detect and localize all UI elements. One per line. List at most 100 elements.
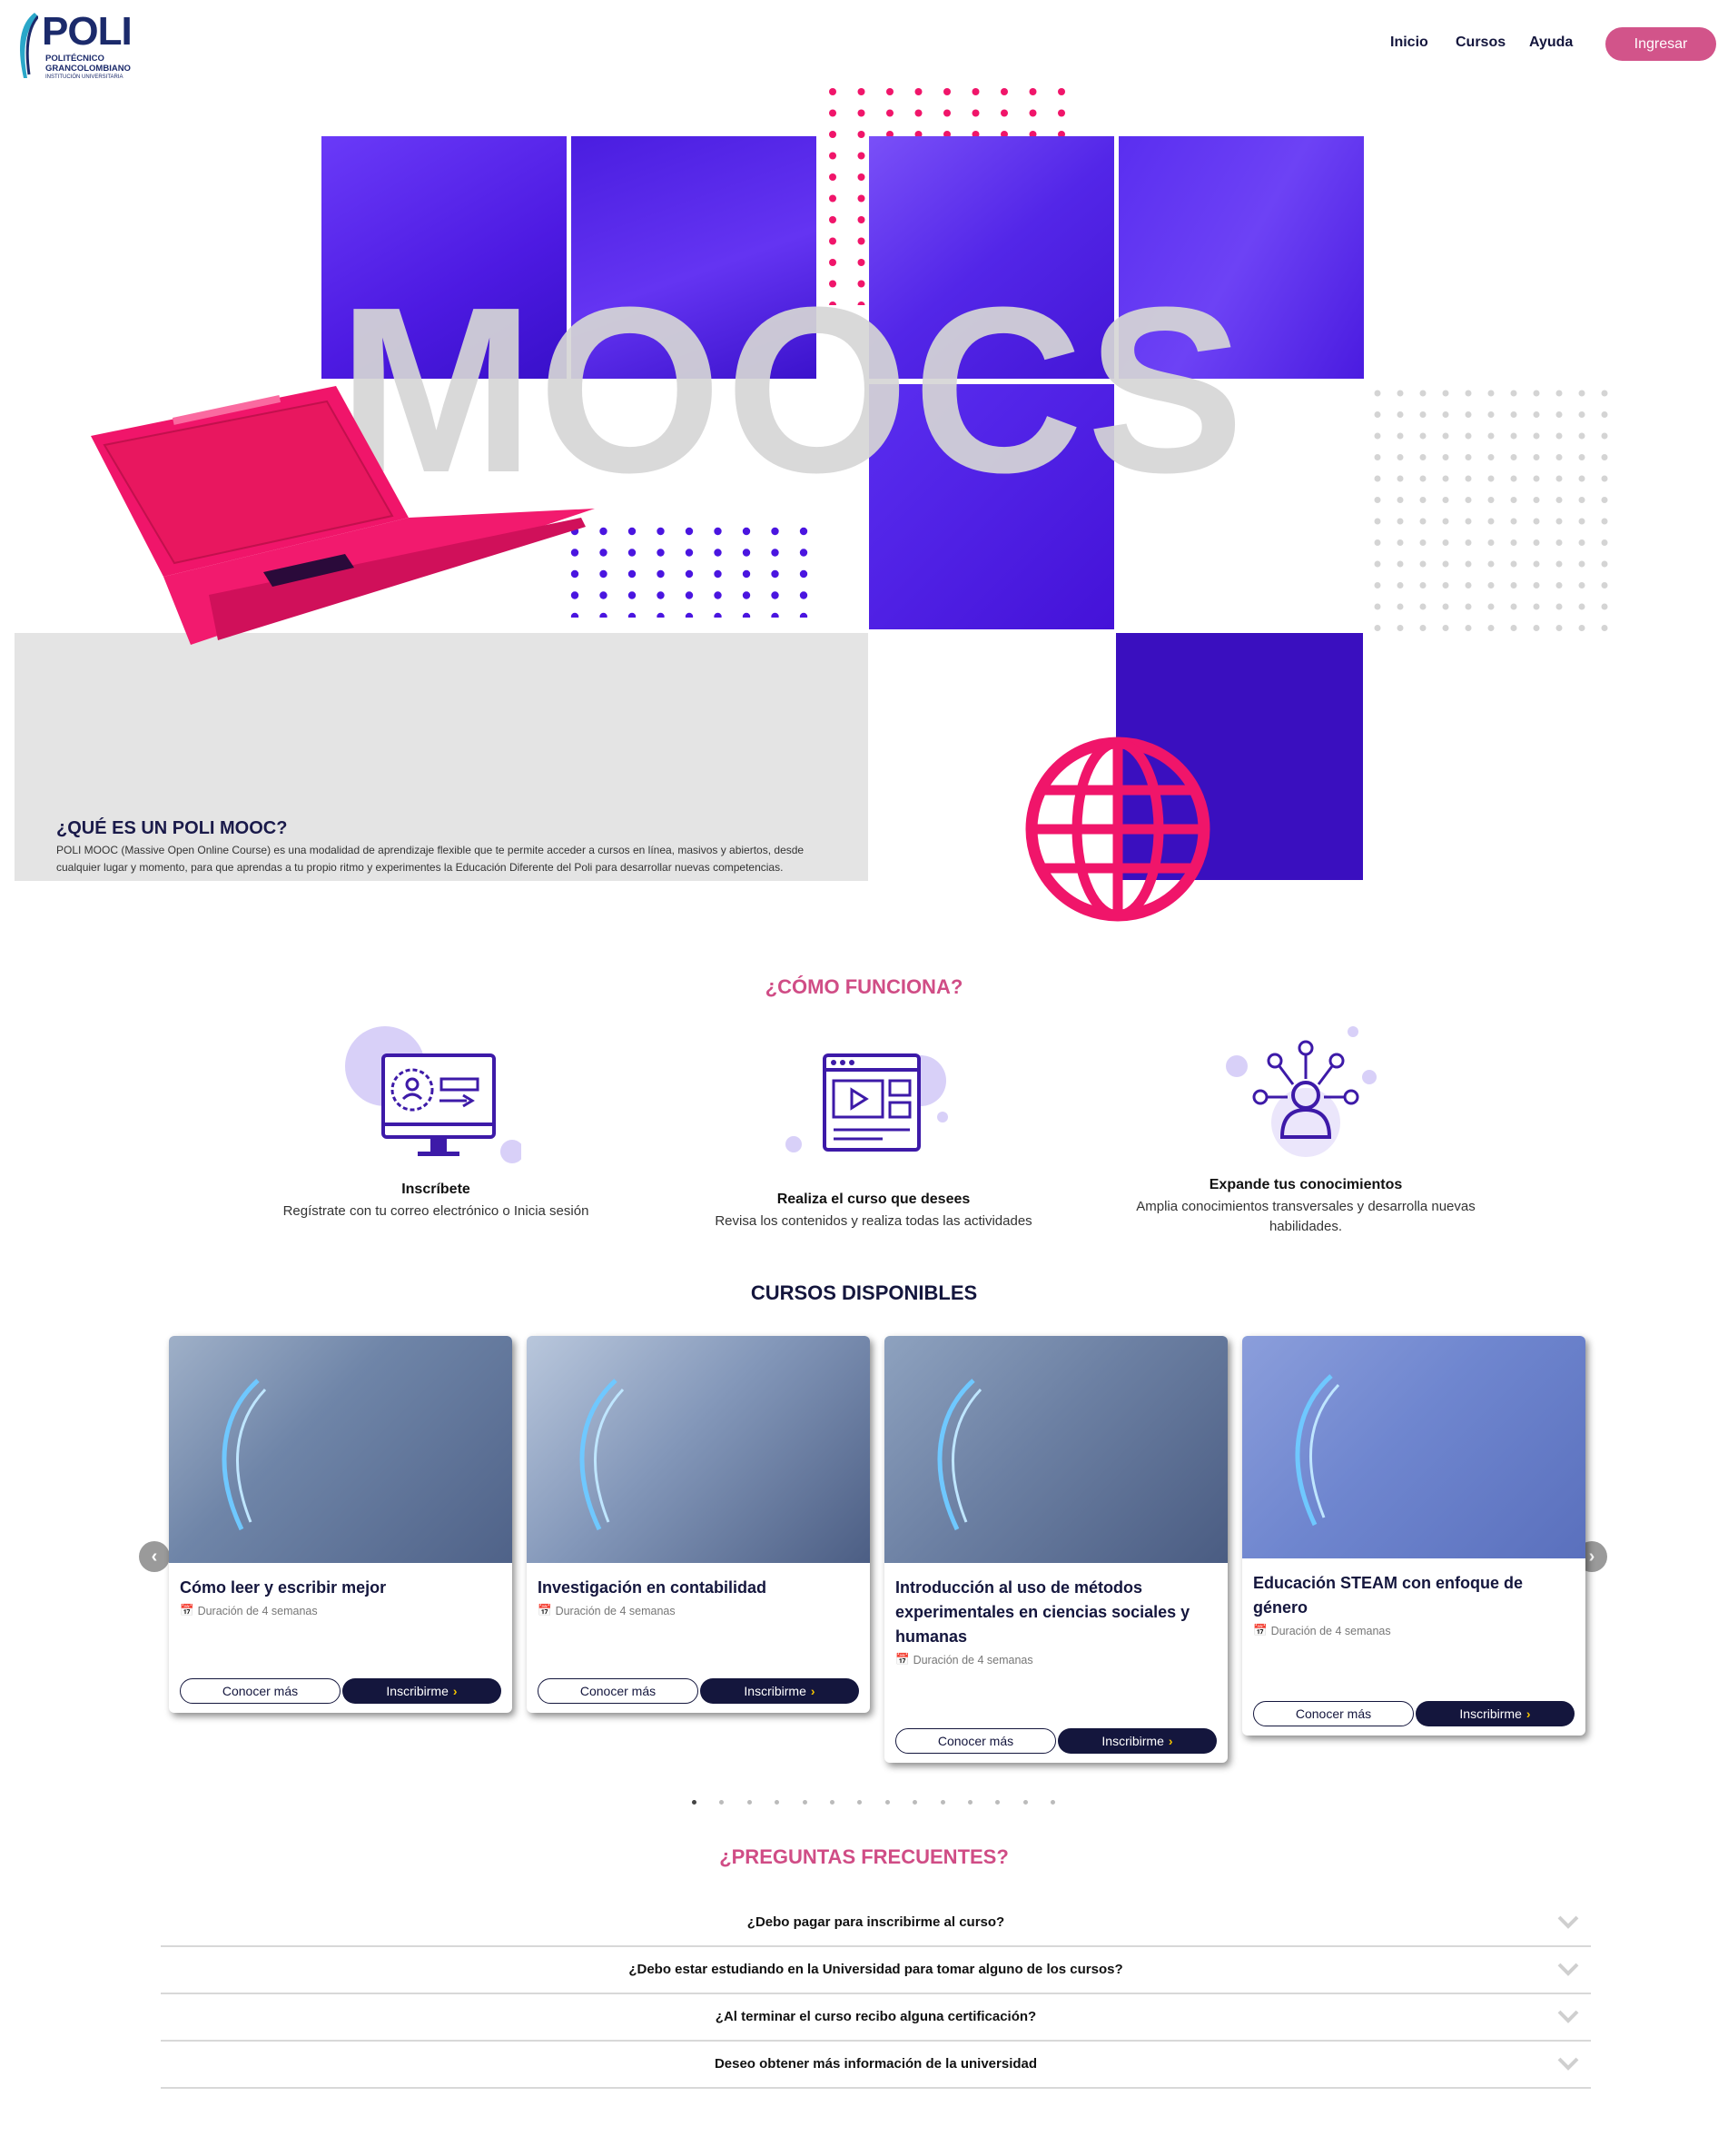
nav-ayuda[interactable]: Ayuda: [1529, 35, 1573, 51]
step-realiza: Realiza el curso que desees Revisa los c…: [692, 1044, 1055, 1244]
course-duration: 📅 Duración de 4 semanas: [538, 1604, 859, 1617]
hero-title: ¿QUÉ ES UN POLI MOOC?: [56, 818, 288, 838]
step-inscribete: Inscríbete Regístrate con tu correo elec…: [272, 1026, 599, 1226]
chevron-right-icon: ›: [1168, 1734, 1173, 1748]
step-3-title: Expande tus conocimientos: [1209, 1177, 1403, 1192]
step-2-desc: Revisa los contenidos y realiza todas la…: [715, 1213, 1032, 1229]
step-3-desc: Amplia conocimientos transversales y des…: [1136, 1199, 1476, 1234]
chevron-down-icon: [1557, 2010, 1579, 2023]
calendar-icon: 📅: [1253, 1624, 1268, 1637]
step-1-title: Inscríbete: [401, 1182, 470, 1197]
courses-title: CURSOS DISPONIBLES: [750, 1281, 978, 1304]
faq-item[interactable]: ¿Debo pagar para inscribirme al curso?: [161, 1900, 1591, 1947]
chevron-right-icon: ›: [1526, 1706, 1531, 1721]
chevron-right-icon: ›: [452, 1684, 458, 1698]
carousel-dot[interactable]: [857, 1800, 863, 1805]
faq-item[interactable]: Deseo obtener más información de la univ…: [161, 2042, 1591, 2089]
enroll-button[interactable]: Inscribirme ›: [700, 1678, 859, 1704]
faq-question: ¿Debo estar estudiando en la Universidad…: [628, 1962, 1123, 1977]
globe-icon: [1025, 737, 1210, 922]
carousel-dot[interactable]: [802, 1800, 807, 1805]
nav-cursos[interactable]: Cursos: [1456, 35, 1506, 51]
course-duration: 📅 Duración de 4 semanas: [180, 1604, 501, 1617]
course-card[interactable]: Educación STEAM con enfoque de género 📅 D…: [1242, 1336, 1585, 1736]
carousel-dot[interactable]: [995, 1800, 1001, 1805]
carousel-dot[interactable]: [830, 1800, 834, 1805]
faq-question: Deseo obtener más información de la univ…: [714, 2056, 1038, 2072]
calendar-icon: 📅: [180, 1604, 194, 1617]
poli-watermark-icon: [579, 1379, 625, 1531]
gray-dot-grid: [1373, 389, 1618, 634]
course-title[interactable]: Introducción al uso de métodos experimen…: [895, 1576, 1217, 1649]
carousel-dot[interactable]: [884, 1800, 890, 1805]
poli-watermark-icon: [1295, 1374, 1340, 1527]
learn-more-button[interactable]: Conocer más: [538, 1678, 698, 1704]
network-user-icon: [1226, 1026, 1377, 1157]
enroll-button-label: Inscribirme: [1459, 1706, 1522, 1721]
calendar-icon: 📅: [895, 1653, 910, 1666]
logo-sub-3: INSTITUCIÓN UNIVERSITARIA: [45, 74, 123, 80]
faq-item[interactable]: ¿Debo estar estudiando en la Universidad…: [161, 1947, 1591, 1994]
calendar-icon: 📅: [538, 1604, 552, 1617]
enroll-button-label: Inscribirme: [1101, 1734, 1164, 1748]
faq-question: ¿Al terminar el curso recibo alguna cert…: [715, 2009, 1037, 2024]
logo-mark-icon: [20, 13, 38, 78]
carousel-dot[interactable]: [1051, 1800, 1056, 1805]
course-image: [1242, 1336, 1585, 1558]
course-duration-text: Duración de 4 semanas: [1270, 1624, 1391, 1637]
video-player-icon: [785, 1053, 948, 1152]
course-image: [527, 1336, 870, 1563]
course-duration-text: Duración de 4 semanas: [197, 1604, 318, 1617]
hero-description: POLI MOOC (Massive Open Online Course) e…: [56, 844, 805, 874]
chevron-down-icon: [1557, 1963, 1579, 1976]
carousel-dot[interactable]: [913, 1800, 918, 1805]
how-title: ¿CÓMO FUNCIONA?: [765, 975, 963, 998]
course-card[interactable]: Introducción al uso de métodos experimen…: [884, 1336, 1228, 1763]
carousel-dot[interactable]: [692, 1800, 696, 1805]
faq-item[interactable]: ¿Al terminar el curso recibo alguna cert…: [161, 1994, 1591, 2042]
enroll-button[interactable]: Inscribirme ›: [1416, 1701, 1575, 1726]
enroll-button-label: Inscribirme: [386, 1684, 449, 1698]
course-card[interactable]: Cómo leer y escribir mejor 📅 Duración de …: [169, 1336, 512, 1713]
carousel-dot[interactable]: [775, 1800, 780, 1805]
logo-sub-1: POLITÉCNICO: [45, 54, 104, 64]
step-1-desc: Regístrate con tu correo electrónico o I…: [282, 1203, 589, 1219]
chevron-right-icon: ›: [810, 1684, 815, 1698]
nav-inicio[interactable]: Inicio: [1390, 35, 1428, 51]
course-title[interactable]: Investigación en contabilidad: [538, 1576, 859, 1600]
faq-question: ¿Debo pagar para inscribirme al curso?: [746, 1914, 1005, 1930]
poli-logo[interactable]: POLI POLITÉCNICO GRANCOLOMBIANO INSTITUC…: [15, 9, 142, 82]
learn-more-button[interactable]: Conocer más: [180, 1678, 341, 1704]
step-expande: Expande tus conocimientos Amplia conocim…: [1124, 1023, 1487, 1241]
step-2-title: Realiza el curso que desees: [776, 1192, 971, 1207]
course-image: [884, 1336, 1228, 1563]
course-title[interactable]: Educación STEAM con enfoque de género: [1253, 1571, 1575, 1620]
carousel-dot[interactable]: [1022, 1800, 1028, 1805]
chevron-down-icon: [1557, 2057, 1579, 2071]
monitor-user-icon: [345, 1026, 521, 1163]
course-duration-text: Duración de 4 semanas: [555, 1604, 676, 1617]
enroll-button[interactable]: Inscribirme ›: [342, 1678, 501, 1704]
logo-sub-2: GRANCOLOMBIANO: [45, 64, 131, 74]
carousel-prev-arrow[interactable]: ‹: [139, 1541, 170, 1572]
course-duration: 📅 Duración de 4 semanas: [1253, 1624, 1575, 1637]
learn-more-button[interactable]: Conocer más: [895, 1728, 1056, 1754]
laptop-illustration: [91, 386, 595, 645]
logo-word: POLI: [42, 9, 133, 54]
carousel-dot[interactable]: [719, 1800, 725, 1805]
poli-watermark-icon: [937, 1379, 982, 1531]
course-title[interactable]: Cómo leer y escribir mejor: [180, 1576, 501, 1600]
login-button[interactable]: Ingresar: [1605, 27, 1716, 61]
course-duration: 📅 Duración de 4 semanas: [895, 1653, 1217, 1666]
carousel-dot[interactable]: [746, 1800, 752, 1805]
chevron-down-icon: [1557, 1915, 1579, 1929]
carousel-dot[interactable]: [968, 1800, 973, 1805]
enroll-button[interactable]: Inscribirme ›: [1058, 1728, 1217, 1754]
poli-watermark-icon: [222, 1379, 267, 1531]
purple-dot-grid: [570, 527, 825, 618]
course-card[interactable]: Investigación en contabilidad 📅 Duración …: [527, 1336, 870, 1713]
carousel-dot[interactable]: [940, 1800, 945, 1805]
enroll-button-label: Inscribirme: [744, 1684, 806, 1698]
learn-more-button[interactable]: Conocer más: [1253, 1701, 1414, 1726]
faq-title: ¿PREGUNTAS FRECUENTES?: [719, 1845, 1009, 1868]
